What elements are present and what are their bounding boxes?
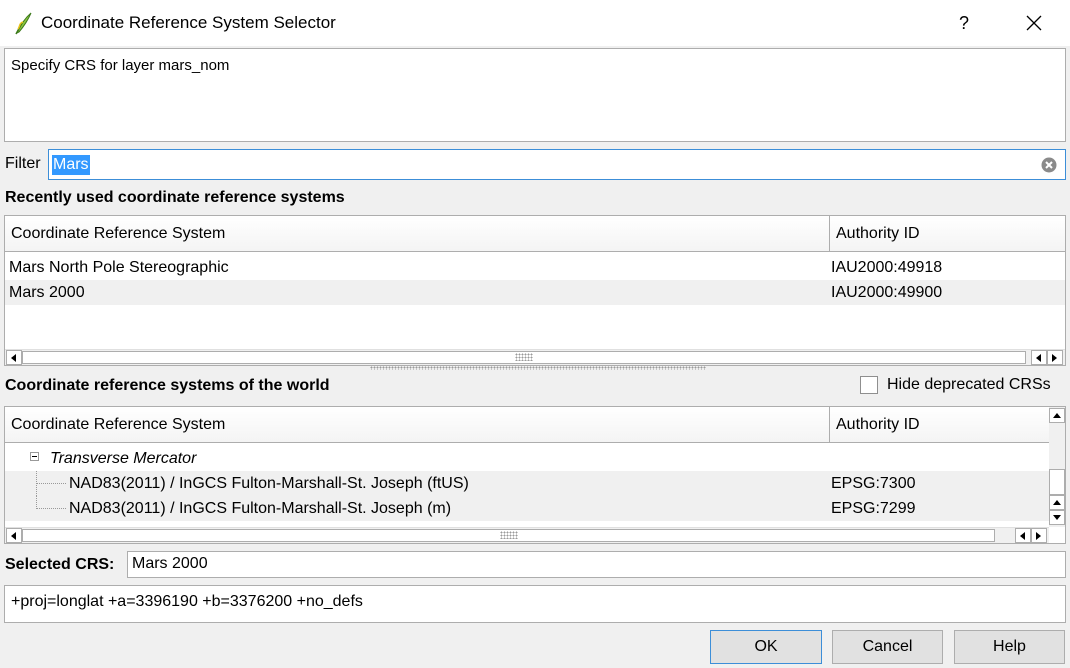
tree-group-label: Transverse Mercator — [50, 450, 197, 467]
arrow-left-icon — [11, 531, 16, 540]
authority-id: EPSG:7300 — [831, 475, 916, 492]
selected-crs-field: Mars 2000 — [127, 551, 1066, 578]
clear-filter-icon[interactable] — [1041, 157, 1057, 173]
recent-horizontal-scrollbar[interactable] — [5, 349, 1065, 365]
scroll-left-button[interactable] — [6, 350, 22, 365]
table-row[interactable]: NAD83(2011) / InGCS Fulton-Marshall-St. … — [5, 496, 1049, 521]
arrow-right-icon — [1036, 531, 1041, 540]
proj-string-box: +proj=longlat +a=3396190 +b=3376200 +no_… — [4, 585, 1066, 623]
close-button[interactable] — [1010, 6, 1058, 40]
world-crs-table[interactable]: Coordinate Reference System Authority ID… — [4, 406, 1066, 544]
scroll-grip-icon — [500, 531, 518, 539]
world-horizontal-scrollbar[interactable] — [5, 527, 1049, 543]
filter-value: Mars — [52, 155, 90, 175]
crs-name: Mars North Pole Stereographic — [9, 259, 229, 276]
crs-name: NAD83(2011) / InGCS Fulton-Marshall-St. … — [69, 475, 469, 492]
recent-crs-heading: Recently used coordinate reference syste… — [5, 189, 345, 206]
world-col-crs-header[interactable]: Coordinate Reference System — [5, 407, 830, 443]
authority-id: IAU2000:49900 — [831, 284, 943, 301]
qgis-logo-icon — [14, 11, 34, 35]
recent-crs-table[interactable]: Coordinate Reference System Authority ID… — [4, 215, 1066, 366]
scroll-thumb[interactable] — [1049, 469, 1065, 495]
close-icon — [1026, 15, 1042, 31]
scroll-left-button[interactable] — [1031, 350, 1047, 365]
table-row[interactable]: NAD83(2011) / InGCS Fulton-Marshall-St. … — [5, 471, 1049, 496]
splitter-handle[interactable] — [370, 366, 706, 370]
selected-crs-label: Selected CRS: — [5, 556, 115, 573]
world-vertical-scrollbar[interactable] — [1049, 407, 1065, 527]
scroll-up-button[interactable] — [1049, 495, 1065, 510]
world-col-authority-header[interactable]: Authority ID — [830, 407, 1049, 443]
arrow-up-icon — [1053, 412, 1061, 418]
world-crs-heading: Coordinate reference systems of the worl… — [5, 377, 330, 394]
arrow-left-icon — [11, 353, 16, 362]
scroll-down-button[interactable] — [1049, 510, 1065, 525]
filter-input[interactable]: Mars — [48, 149, 1066, 180]
tree-group-row[interactable]: Transverse Mercator — [5, 446, 1049, 471]
arrow-right-icon — [1052, 353, 1057, 362]
context-help-button[interactable]: ? — [944, 6, 984, 40]
ok-button[interactable]: OK — [710, 630, 822, 664]
authority-id: EPSG:7299 — [831, 500, 916, 517]
window-title: Coordinate Reference System Selector — [41, 13, 336, 32]
filter-label: Filter — [5, 155, 41, 172]
hide-deprecated-checkbox[interactable] — [860, 376, 878, 394]
tree-line — [36, 508, 66, 509]
scroll-grip-icon — [515, 353, 533, 361]
arrow-down-icon — [1053, 514, 1061, 520]
arrow-up-icon — [1053, 499, 1061, 505]
scroll-left-button[interactable] — [1015, 528, 1031, 543]
recent-col-crs-header[interactable]: Coordinate Reference System — [5, 216, 830, 252]
table-row[interactable]: Mars 2000 IAU2000:49900 — [5, 280, 1065, 305]
scroll-left-button[interactable] — [6, 528, 22, 543]
table-row[interactable]: Mars North Pole Stereographic IAU2000:49… — [5, 255, 1065, 280]
help-button[interactable]: Help — [954, 630, 1065, 664]
message-text: Specify CRS for layer mars_nom — [11, 57, 230, 74]
collapse-icon[interactable] — [30, 452, 39, 461]
message-box: Specify CRS for layer mars_nom — [4, 48, 1066, 142]
crs-name: Mars 2000 — [9, 284, 85, 301]
crs-name: NAD83(2011) / InGCS Fulton-Marshall-St. … — [69, 500, 452, 517]
scroll-right-button[interactable] — [1031, 528, 1047, 543]
scroll-right-button[interactable] — [1047, 350, 1063, 365]
recent-col-authority-header[interactable]: Authority ID — [830, 216, 1065, 252]
arrow-left-icon — [1036, 353, 1041, 362]
cancel-button[interactable]: Cancel — [832, 630, 943, 664]
arrow-left-icon — [1020, 531, 1025, 540]
hide-deprecated-label[interactable]: Hide deprecated CRSs — [887, 376, 1051, 394]
authority-id: IAU2000:49918 — [831, 259, 943, 276]
tree-line — [36, 483, 66, 484]
scroll-up-button[interactable] — [1049, 408, 1065, 423]
proj-string: +proj=longlat +a=3396190 +b=3376200 +no_… — [11, 593, 363, 610]
